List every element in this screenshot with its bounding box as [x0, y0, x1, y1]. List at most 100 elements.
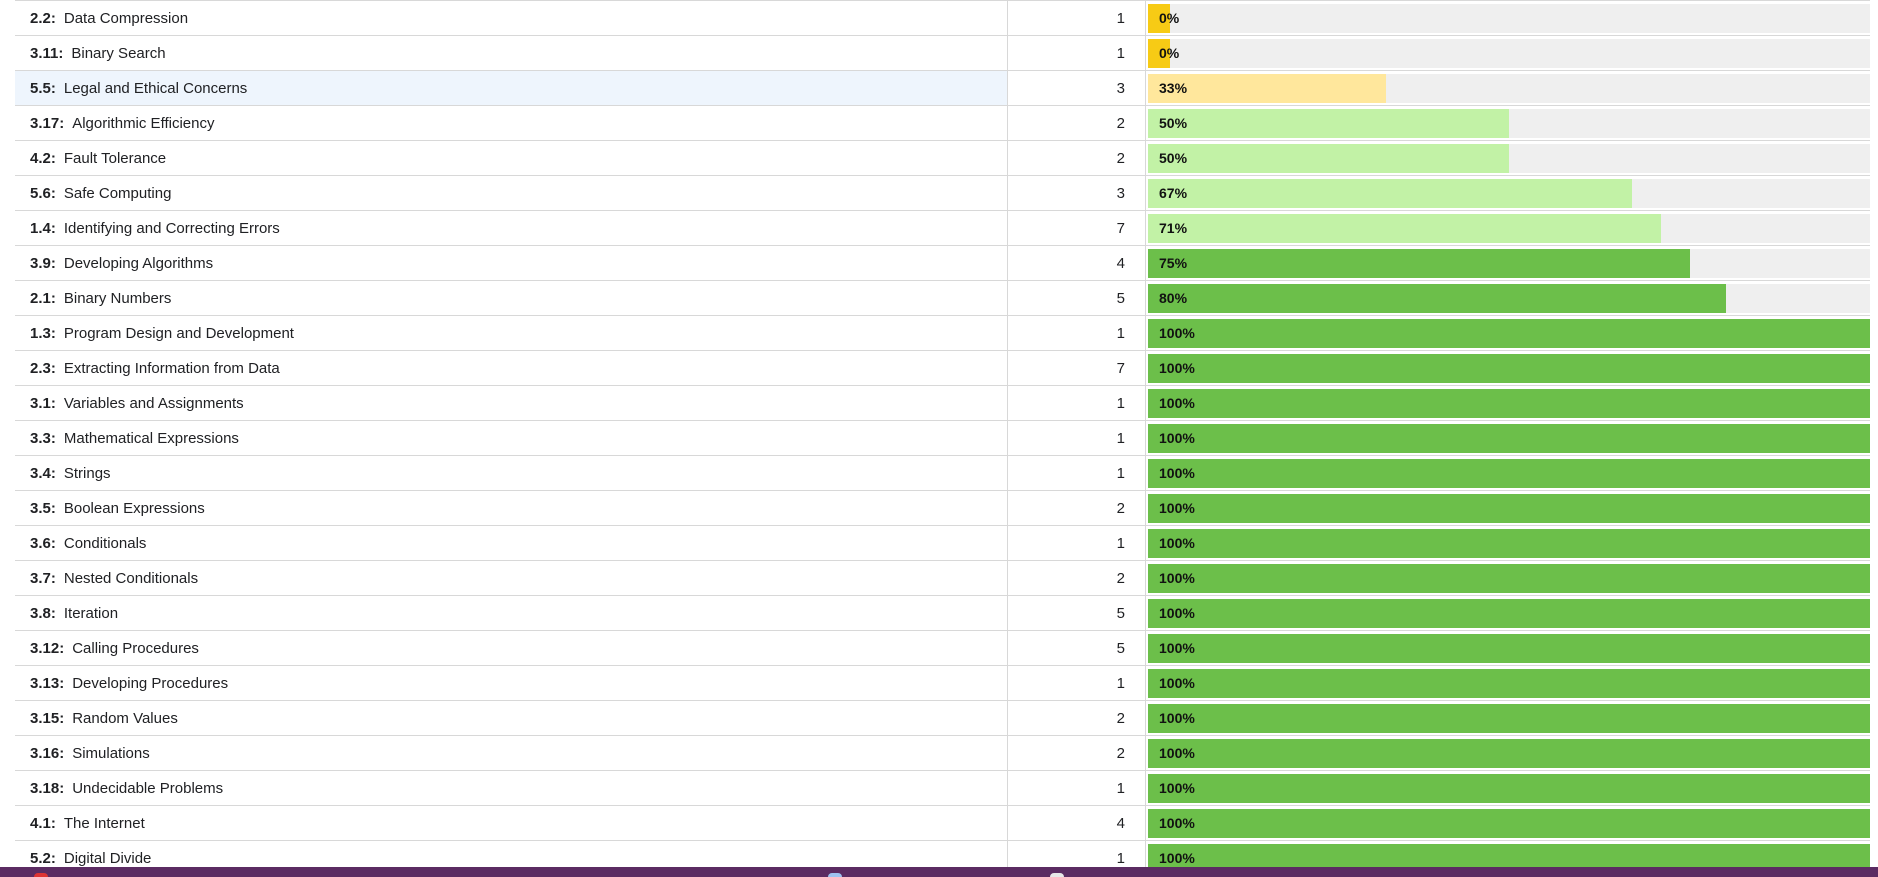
score-bar-fill [1148, 108, 1509, 138]
taskbar-app-icon[interactable] [828, 873, 842, 877]
topic-name: Extracting Information from Data [63, 359, 280, 377]
topic-cell[interactable]: 4.1: The Internet [15, 806, 1008, 840]
table-row[interactable]: 3.16: Simulations 2 100% [15, 735, 1870, 770]
table-row[interactable]: 2.1: Binary Numbers 5 80% [15, 280, 1870, 315]
topic-cell[interactable]: 3.8: Iteration [15, 596, 1008, 630]
score-percent: 50% [1159, 150, 1188, 166]
table-row[interactable]: 5.5: Legal and Ethical Concerns 3 33% [15, 70, 1870, 105]
taskbar-app-icon[interactable] [34, 873, 48, 877]
score-bar-fill [1148, 178, 1632, 208]
score-bar-fill [1148, 458, 1870, 488]
topic-cell[interactable]: 3.16: Simulations [15, 736, 1008, 770]
topic-name: Data Compression [63, 9, 189, 27]
question-count: 2 [1008, 701, 1146, 735]
table-row[interactable]: 2.2: Data Compression 1 0% [15, 0, 1870, 35]
table-row[interactable]: 3.6: Conditionals 1 100% [15, 525, 1870, 560]
score-percent: 100% [1159, 640, 1195, 656]
topic-code: 3.8: [30, 604, 56, 622]
table-row[interactable]: 3.7: Nested Conditionals 2 100% [15, 560, 1870, 595]
topic-name: Safe Computing [63, 184, 172, 202]
topic-code: 3.12: [30, 639, 65, 657]
score-bar-track: 33% [1148, 73, 1870, 103]
topic-code: 2.3: [30, 359, 56, 377]
table-row[interactable]: 3.3: Mathematical Expressions 1 100% [15, 420, 1870, 455]
score-percent: 100% [1159, 465, 1195, 481]
score-bar-track: 0% [1148, 3, 1870, 33]
topic-cell[interactable]: 3.3: Mathematical Expressions [15, 421, 1008, 455]
topic-cell[interactable]: 3.4: Strings [15, 456, 1008, 490]
score-percent: 100% [1159, 815, 1195, 831]
question-count: 1 [1008, 1, 1146, 35]
score-cell: 71% [1146, 211, 1870, 245]
table-row[interactable]: 5.6: Safe Computing 3 67% [15, 175, 1870, 210]
score-cell: 33% [1146, 71, 1870, 105]
topic-code: 3.5: [30, 499, 56, 517]
question-count: 4 [1008, 806, 1146, 840]
score-bar-track: 100% [1148, 563, 1870, 593]
topic-code: 1.3: [30, 324, 56, 342]
topic-cell[interactable]: 3.13: Developing Procedures [15, 666, 1008, 700]
table-row[interactable]: 3.11: Binary Search 1 0% [15, 35, 1870, 70]
question-count: 1 [1008, 666, 1146, 700]
score-percent: 100% [1159, 570, 1195, 586]
table-row[interactable]: 4.2: Fault Tolerance 2 50% [15, 140, 1870, 175]
question-count: 1 [1008, 421, 1146, 455]
table-row[interactable]: 3.1: Variables and Assignments 1 100% [15, 385, 1870, 420]
score-bar-track: 100% [1148, 388, 1870, 418]
question-count: 1 [1008, 526, 1146, 560]
question-count: 1 [1008, 771, 1146, 805]
table-row[interactable]: 3.5: Boolean Expressions 2 100% [15, 490, 1870, 525]
topic-cell[interactable]: 3.12: Calling Procedures [15, 631, 1008, 665]
table-row[interactable]: 3.8: Iteration 5 100% [15, 595, 1870, 630]
score-percent: 100% [1159, 500, 1195, 516]
topic-cell[interactable]: 2.3: Extracting Information from Data [15, 351, 1008, 385]
score-percent: 100% [1159, 360, 1195, 376]
table-row[interactable]: 1.3: Program Design and Development 1 100% [15, 315, 1870, 350]
score-bar-fill [1148, 528, 1870, 558]
topic-cell[interactable]: 5.5: Legal and Ethical Concerns [15, 71, 1008, 105]
score-cell: 100% [1146, 456, 1870, 490]
topic-cell[interactable]: 3.5: Boolean Expressions [15, 491, 1008, 525]
table-row[interactable]: 3.13: Developing Procedures 1 100% [15, 665, 1870, 700]
score-cell: 0% [1146, 36, 1870, 70]
table-row[interactable]: 3.12: Calling Procedures 5 100% [15, 630, 1870, 665]
topic-cell[interactable]: 2.2: Data Compression [15, 1, 1008, 35]
taskbar-app-icon[interactable] [1050, 873, 1064, 877]
topic-cell[interactable]: 1.4: Identifying and Correcting Errors [15, 211, 1008, 245]
topic-cell[interactable]: 3.11: Binary Search [15, 36, 1008, 70]
topic-cell[interactable]: 3.17: Algorithmic Efficiency [15, 106, 1008, 140]
topic-cell[interactable]: 4.2: Fault Tolerance [15, 141, 1008, 175]
score-percent: 100% [1159, 325, 1195, 341]
topic-cell[interactable]: 2.1: Binary Numbers [15, 281, 1008, 315]
score-percent: 100% [1159, 535, 1195, 551]
topic-cell[interactable]: 5.6: Safe Computing [15, 176, 1008, 210]
topic-name: Strings [63, 464, 111, 482]
score-percent: 67% [1159, 185, 1188, 201]
table-row[interactable]: 1.4: Identifying and Correcting Errors 7 71… [15, 210, 1870, 245]
topic-cell[interactable]: 3.15: Random Values [15, 701, 1008, 735]
table-row[interactable]: 3.17: Algorithmic Efficiency 2 50% [15, 105, 1870, 140]
score-bar-fill [1148, 738, 1870, 768]
question-count: 1 [1008, 386, 1146, 420]
score-cell: 100% [1146, 386, 1870, 420]
topic-cell[interactable]: 3.1: Variables and Assignments [15, 386, 1008, 420]
topic-cell[interactable]: 3.9: Developing Algorithms [15, 246, 1008, 280]
score-percent: 33% [1159, 80, 1188, 96]
table-row[interactable]: 3.15: Random Values 2 100% [15, 700, 1870, 735]
table-row[interactable]: 4.1: The Internet 4 100% [15, 805, 1870, 840]
topic-cell[interactable]: 3.6: Conditionals [15, 526, 1008, 560]
topic-performance-table: 2.2: Data Compression 1 0% 3.11: Binary Searc… [15, 0, 1870, 875]
question-count: 7 [1008, 351, 1146, 385]
table-row[interactable]: 3.9: Developing Algorithms 4 75% [15, 245, 1870, 280]
topic-cell[interactable]: 3.7: Nested Conditionals [15, 561, 1008, 595]
topic-cell[interactable]: 3.18: Undecidable Problems [15, 771, 1008, 805]
score-bar-fill [1148, 773, 1870, 803]
score-bar-fill [1148, 318, 1870, 348]
table-row[interactable]: 3.4: Strings 1 100% [15, 455, 1870, 490]
table-row[interactable]: 3.18: Undecidable Problems 1 100% [15, 770, 1870, 805]
topic-name: Calling Procedures [72, 639, 199, 657]
topic-name: Binary Search [71, 44, 166, 62]
score-percent: 100% [1159, 710, 1195, 726]
table-row[interactable]: 2.3: Extracting Information from Data 7 100… [15, 350, 1870, 385]
topic-cell[interactable]: 1.3: Program Design and Development [15, 316, 1008, 350]
